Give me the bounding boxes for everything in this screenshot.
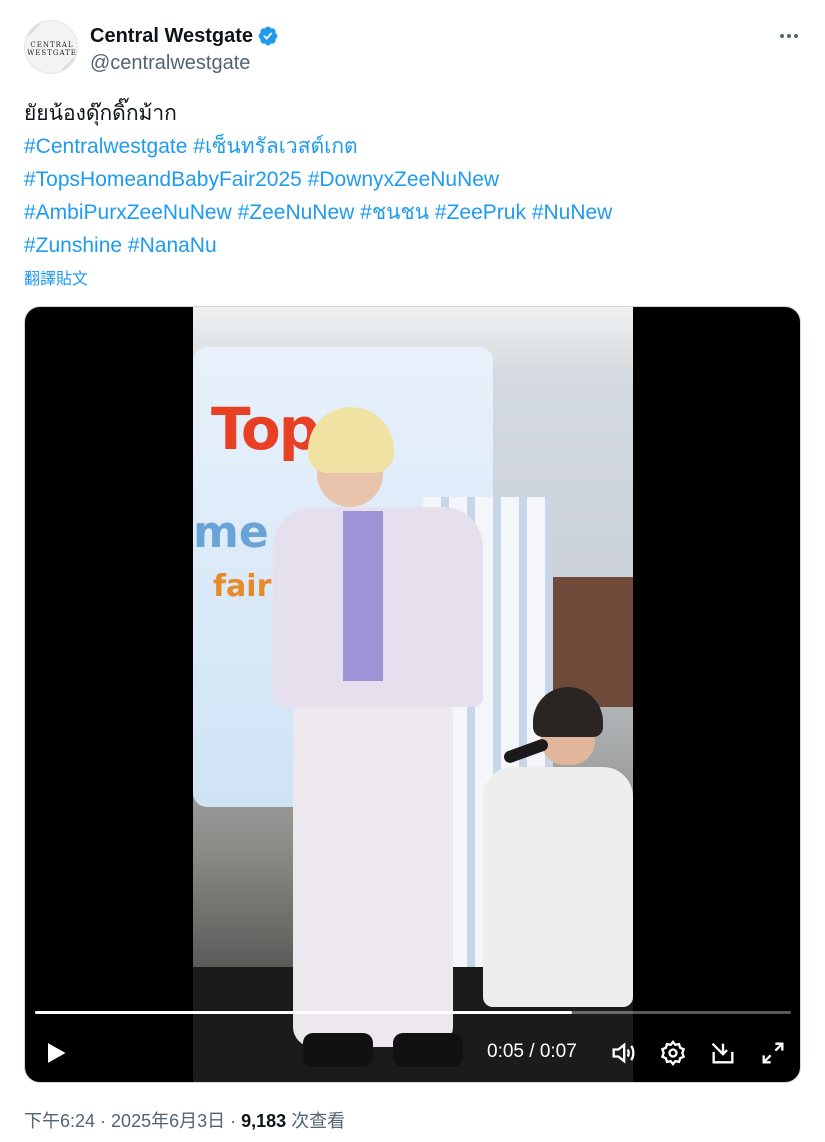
tweet-text-line: ยัยน้องดุ๊กดิ๊กม้าก bbox=[24, 97, 804, 130]
display-name[interactable]: Central Westgate bbox=[90, 25, 253, 48]
duration: 0:07 bbox=[539, 1041, 577, 1062]
post-time[interactable]: 下午6:24 bbox=[24, 1111, 95, 1131]
video-controls: 0:05 / 0:07 bbox=[25, 1029, 800, 1077]
hashtag-link[interactable]: #Zunshine bbox=[24, 234, 122, 257]
video-progress-bar[interactable] bbox=[35, 1011, 791, 1014]
tweet-header: CENTRAL WESTGATE Central Westgate @centr… bbox=[24, 20, 804, 80]
performer-shirt bbox=[343, 511, 383, 681]
video-scene-singer bbox=[483, 687, 633, 1027]
hashtag-link[interactable]: #DownyxZeeNuNew bbox=[308, 168, 499, 191]
avatar-logo-line-2: WESTGATE bbox=[27, 49, 77, 57]
singer-body bbox=[483, 767, 633, 1007]
dot bbox=[794, 34, 798, 38]
verified-badge-icon[interactable] bbox=[257, 25, 279, 47]
settings-icon[interactable] bbox=[659, 1039, 687, 1067]
video-progress-fill bbox=[35, 1011, 572, 1014]
translate-post-link[interactable]: 翻譯貼文 bbox=[24, 265, 88, 289]
video-scene-performer bbox=[263, 407, 483, 1067]
hashtag-link[interactable]: #ชนชน bbox=[360, 201, 429, 224]
video-scene-brand-text: me bbox=[193, 507, 269, 558]
avatar-decoration bbox=[25, 21, 41, 37]
video-time: 0:05 / 0:07 bbox=[487, 1041, 577, 1063]
picture-in-picture-icon[interactable] bbox=[709, 1039, 737, 1067]
avatar-logo-line-1: CENTRAL bbox=[30, 41, 74, 49]
hashtag-line: #AmbiPurxZeeNuNew #ZeeNuNew #ชนชน #ZeePr… bbox=[24, 196, 804, 229]
fullscreen-icon[interactable] bbox=[759, 1039, 787, 1067]
hashtag-line: #Centralwestgate #เซ็นทรัลเวสต์เกต bbox=[24, 130, 804, 163]
hashtag-link[interactable]: #ZeeNuNew bbox=[238, 201, 355, 224]
hashtag-link[interactable]: #ZeePruk bbox=[435, 201, 526, 224]
hashtag-line: #Zunshine #NanaNu bbox=[24, 229, 804, 262]
tweet-meta: 下午6:24 · 2025年6月3日 · 9,183 次查看 bbox=[24, 1107, 345, 1133]
current-time: 0:05 bbox=[487, 1041, 524, 1062]
avatar[interactable]: CENTRAL WESTGATE bbox=[24, 20, 78, 74]
meta-dot: · bbox=[225, 1111, 242, 1131]
hashtag-link[interactable]: #TopsHomeandBabyFair2025 bbox=[24, 168, 302, 191]
hashtag-link[interactable]: #เซ็นทรัลเวสต์เกต bbox=[193, 135, 357, 158]
tweet-body: ยัยน้องดุ๊กดิ๊กม้าก bbox=[24, 102, 177, 125]
video-frame[interactable]: Top me fair bbox=[193, 307, 633, 1082]
views-label: 次查看 bbox=[291, 1111, 346, 1131]
views-count: 9,183 bbox=[241, 1111, 287, 1131]
tweet-text: ยัยน้องดุ๊กดิ๊กม้าก #Centralwestgate #เซ… bbox=[24, 97, 804, 262]
hashtag-link[interactable]: #NanaNu bbox=[128, 234, 217, 257]
dot bbox=[780, 34, 784, 38]
time-separator: / bbox=[523, 1041, 540, 1062]
meta-dot: · bbox=[95, 1111, 112, 1131]
hashtag-link[interactable]: #Centralwestgate bbox=[24, 135, 187, 158]
hashtag-line: #TopsHomeandBabyFair2025 #DownyxZeeNuNew bbox=[24, 163, 804, 196]
play-icon[interactable] bbox=[41, 1039, 69, 1067]
video-player[interactable]: Top me fair 0:05 / 0:07 bbox=[24, 306, 801, 1083]
hashtag-link[interactable]: #AmbiPurxZeeNuNew bbox=[24, 201, 232, 224]
display-name-row: Central Westgate bbox=[90, 23, 279, 49]
post-date[interactable]: 2025年6月3日 bbox=[111, 1111, 225, 1131]
avatar-decoration bbox=[61, 57, 77, 73]
more-options-icon[interactable] bbox=[774, 24, 804, 48]
singer-hair bbox=[533, 687, 603, 737]
performer-legs bbox=[293, 697, 453, 1047]
dot bbox=[787, 34, 791, 38]
volume-icon[interactable] bbox=[609, 1039, 637, 1067]
account-handle[interactable]: @centralwestgate bbox=[90, 52, 250, 75]
hashtag-link[interactable]: #NuNew bbox=[532, 201, 613, 224]
performer-hair bbox=[308, 407, 394, 473]
